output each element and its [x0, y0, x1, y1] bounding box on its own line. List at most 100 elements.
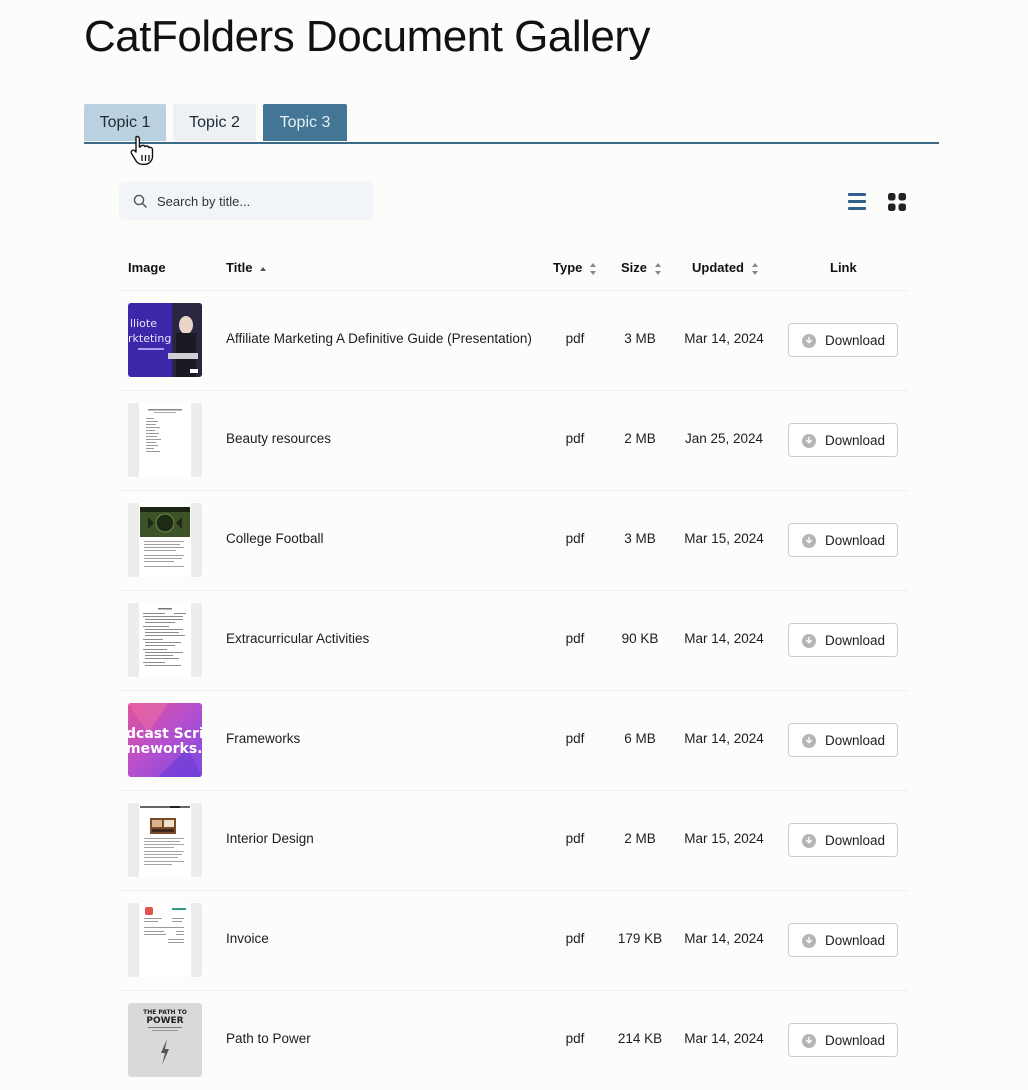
document-thumbnail: [128, 403, 202, 477]
download-label: Download: [825, 333, 886, 348]
table-row: dcast Script meworks. Frameworks pdf 6 M…: [120, 691, 908, 791]
document-updated: Mar 14, 2024: [684, 331, 764, 346]
thumbnail-text: THE PATH TO: [143, 1009, 187, 1016]
document-updated: Mar 15, 2024: [684, 831, 764, 846]
hand-pointer-cursor-icon: [130, 135, 154, 165]
document-size: 2 MB: [624, 431, 656, 446]
table-row: THE PATH TO POWER Path to Power pdf 214 …: [120, 991, 908, 1090]
document-type: pdf: [565, 331, 585, 346]
download-icon: [802, 534, 816, 548]
document-size: 2 MB: [624, 831, 656, 846]
header-updated-label: Updated: [692, 260, 744, 275]
document-type: pdf: [565, 931, 585, 946]
table-row: Invoice pdf 179 KB Mar 14, 2024 Download: [120, 891, 908, 991]
download-button[interactable]: Download: [788, 523, 898, 557]
download-label: Download: [825, 533, 886, 548]
download-label: Download: [825, 733, 886, 748]
thumbnail-text: POWER: [146, 1016, 183, 1026]
document-updated: Mar 14, 2024: [684, 631, 764, 646]
document-thumbnail: [128, 803, 202, 877]
document-thumbnail: lliote rkteting: [128, 303, 202, 377]
document-title: Path to Power: [226, 1031, 311, 1046]
download-icon: [802, 834, 816, 848]
header-size-label: Size: [621, 260, 648, 275]
download-label: Download: [825, 833, 886, 848]
document-title: College Football: [226, 531, 324, 546]
header-size[interactable]: Size: [621, 260, 662, 276]
table-row: Extracurricular Activities pdf 90 KB Mar…: [120, 591, 908, 691]
download-icon: [802, 434, 816, 448]
document-type: pdf: [565, 431, 585, 446]
download-button[interactable]: Download: [788, 323, 898, 357]
download-button[interactable]: Download: [788, 823, 898, 857]
thumbnail-text: rkteting: [128, 332, 171, 345]
search-box: [119, 182, 374, 220]
document-size: 3 MB: [624, 531, 656, 546]
search-input[interactable]: [157, 182, 367, 220]
download-icon: [802, 1034, 816, 1048]
header-updated[interactable]: Updated: [692, 260, 759, 276]
document-title: Frameworks: [226, 731, 301, 746]
sort-icon: [751, 262, 758, 275]
document-title: Affiliate Marketing A Definitive Guide (…: [226, 331, 532, 346]
tab-topic-2[interactable]: Topic 2: [173, 104, 256, 141]
download-label: Download: [825, 1033, 886, 1048]
thumbnail-text: dcast Script: [128, 726, 202, 742]
download-icon: [802, 334, 816, 348]
download-icon: [802, 634, 816, 648]
document-title: Extracurricular Activities: [226, 631, 370, 646]
download-button[interactable]: Download: [788, 423, 898, 457]
header-image: Image: [128, 260, 166, 275]
download-icon: [802, 934, 816, 948]
document-size: 3 MB: [624, 331, 656, 346]
documents-table: Image Title Type Size Updated Link lliot…: [120, 246, 908, 1090]
document-thumbnail: dcast Script meworks.: [128, 703, 202, 777]
table-row: lliote rkteting Affiliate Marketing A De…: [120, 291, 908, 391]
document-size: 90 KB: [621, 631, 659, 646]
document-type: pdf: [565, 531, 585, 546]
topic-tabs: Topic 1 Topic 2 Topic 3: [84, 104, 939, 144]
document-type: pdf: [565, 731, 585, 746]
download-button[interactable]: Download: [788, 623, 898, 657]
document-type: pdf: [565, 631, 585, 646]
header-title-label: Title: [226, 260, 253, 275]
document-title: Interior Design: [226, 831, 314, 846]
sort-ascending-icon: [260, 266, 267, 271]
header-link: Link: [830, 260, 857, 275]
header-title[interactable]: Title: [226, 260, 267, 275]
document-size: 214 KB: [617, 1031, 663, 1046]
download-button[interactable]: Download: [788, 923, 898, 957]
document-title: Beauty resources: [226, 431, 332, 446]
page-title: CatFolders Document Gallery: [84, 12, 651, 61]
document-type: pdf: [565, 831, 585, 846]
download-label: Download: [825, 433, 886, 448]
download-icon: [802, 734, 816, 748]
header-type-label: Type: [553, 260, 583, 275]
document-thumbnail: THE PATH TO POWER: [128, 1003, 202, 1077]
table-row: College Football pdf 3 MB Mar 15, 2024 D…: [120, 491, 908, 591]
grid-view-icon[interactable]: [888, 193, 906, 211]
download-label: Download: [825, 933, 886, 948]
download-label: Download: [825, 633, 886, 648]
table-row: Interior Design pdf 2 MB Mar 15, 2024 Do…: [120, 791, 908, 891]
tab-topic-3[interactable]: Topic 3: [263, 104, 347, 141]
header-type[interactable]: Type: [553, 260, 597, 276]
sort-icon: [590, 262, 597, 275]
document-updated: Mar 14, 2024: [684, 931, 764, 946]
document-size: 6 MB: [624, 731, 656, 746]
document-size: 179 KB: [617, 931, 663, 946]
document-thumbnail: [128, 503, 202, 577]
document-thumbnail: [128, 903, 202, 977]
document-updated: Mar 15, 2024: [684, 531, 764, 546]
document-title: Invoice: [226, 931, 269, 946]
table-header: Image Title Type Size Updated Link: [120, 246, 908, 291]
thumbnail-text: lliote: [130, 317, 157, 330]
document-updated: Mar 14, 2024: [684, 731, 764, 746]
download-button[interactable]: Download: [788, 723, 898, 757]
document-type: pdf: [565, 1031, 585, 1046]
download-button[interactable]: Download: [788, 1023, 898, 1057]
search-icon: [133, 194, 147, 208]
list-view-icon[interactable]: [848, 193, 866, 210]
thumbnail-text: meworks.: [128, 741, 202, 757]
sort-icon: [654, 262, 661, 275]
